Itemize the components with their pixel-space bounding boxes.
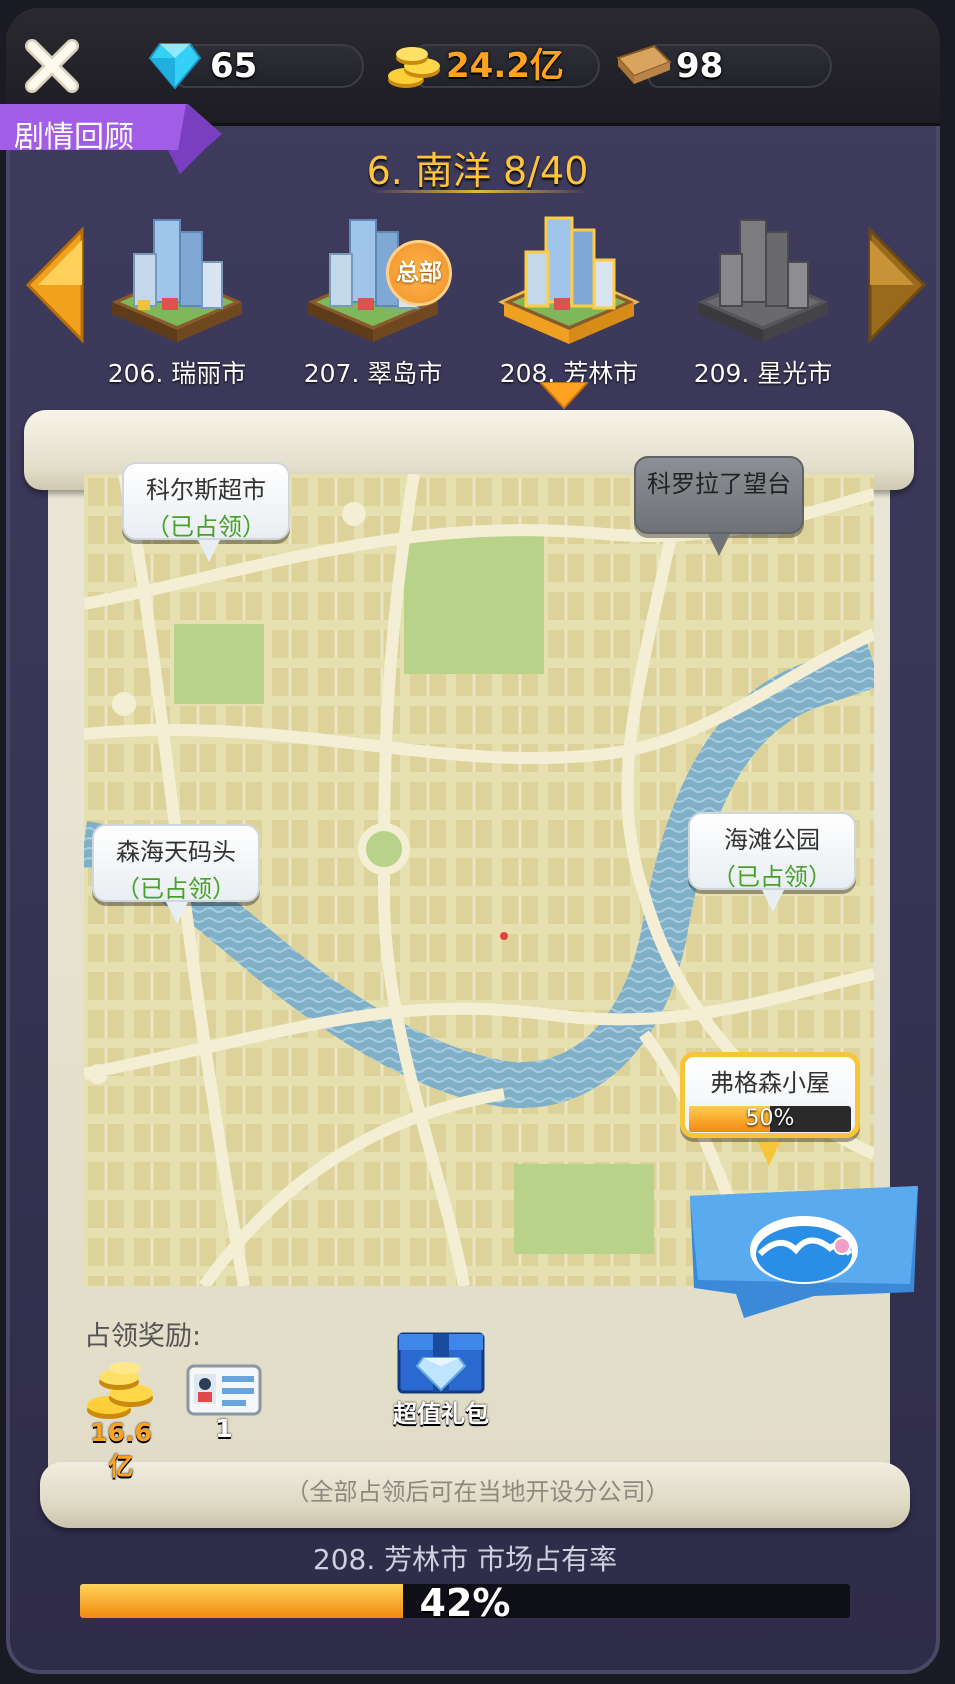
location-name: 科尔斯超市 — [146, 476, 266, 504]
city-label: 209. 星光市 — [693, 359, 833, 388]
market-share-text: 42% — [419, 1584, 511, 1618]
bubble-tail — [198, 540, 220, 562]
location-progress-bar: 50% — [689, 1106, 851, 1132]
gold-coins-icon — [386, 42, 442, 94]
location-beach-park[interactable]: 海滩公园 （已占领） — [688, 812, 856, 891]
arrow-left-icon — [25, 226, 84, 344]
location-kohls-market[interactable]: 科尔斯超市 （已占领） — [122, 462, 290, 541]
city-207[interactable]: 总部 207. 翠岛市 — [288, 202, 458, 392]
ticket-value: 98 — [676, 46, 724, 86]
market-share-label: 208. 芳林市 市场占有率 — [312, 1543, 618, 1576]
gold-coins-icon — [87, 1362, 153, 1419]
treasure-chest-icon — [397, 1332, 485, 1394]
reward-card[interactable]: 1 — [184, 1364, 264, 1443]
reward-gift-label: 超值礼包 — [393, 1400, 489, 1428]
market-share-bar: 42% — [80, 1584, 850, 1618]
selected-city-pointer-icon — [540, 382, 588, 410]
cloud-emblem-icon — [690, 1186, 918, 1318]
diamond-counter — [176, 44, 364, 88]
region-title: 6. 南洋 8/40 — [366, 149, 589, 193]
gold-value: 24.2亿 — [446, 46, 564, 86]
location-colorado-lookout[interactable]: 科罗拉了望台 — [634, 456, 804, 534]
bubble-tail — [762, 890, 784, 912]
location-status: （已占领） — [116, 875, 236, 903]
city-building-icon — [112, 219, 242, 342]
location-name: 海滩公园 — [724, 826, 820, 854]
next-city-button[interactable] — [866, 226, 928, 344]
arrow-right-icon — [868, 226, 927, 344]
city-208[interactable]: 208. 芳林市 — [484, 202, 654, 392]
close-button[interactable] — [22, 36, 82, 96]
id-card-icon — [186, 1364, 262, 1416]
reward-gold[interactable]: 16.6亿 — [78, 1360, 164, 1483]
headquarters-badge: 总部 — [386, 240, 452, 306]
location-name: 森海天码头 — [116, 838, 236, 866]
city-206[interactable]: 206. 瑞丽市 — [92, 202, 262, 392]
diamond-value: 65 — [210, 46, 258, 86]
city-209[interactable]: 209. 星光市 — [678, 202, 848, 392]
reward-card-value: 1 — [215, 1414, 233, 1443]
location-status: （已占领） — [712, 863, 832, 891]
location-progress-text: 50% — [745, 1106, 795, 1131]
bubble-tail — [758, 1142, 780, 1166]
location-name: 科罗拉了望台 — [647, 470, 791, 498]
diamond-icon — [148, 40, 202, 94]
close-icon — [25, 39, 79, 93]
reward-gift-pack[interactable]: 超值礼包 — [386, 1330, 496, 1429]
rewards-label: 占领奖励: — [84, 1321, 202, 1352]
map-ribbon-button[interactable] — [684, 1184, 924, 1328]
location-name: 弗格森小屋 — [710, 1069, 830, 1097]
prev-city-button[interactable] — [24, 226, 86, 344]
wood-plank-icon — [614, 44, 674, 92]
location-status: （已占领） — [146, 513, 266, 541]
branch-hint: （全部占领后可在当地开设分公司） — [285, 1478, 670, 1506]
bubble-tail — [166, 902, 188, 924]
location-ferguson-cabin[interactable]: 弗格森小屋 50% — [680, 1052, 860, 1138]
location-senhai-pier[interactable]: 森海天码头 （已占领） — [92, 824, 260, 903]
bubble-tail — [708, 534, 730, 556]
city-label: 206. 瑞丽市 — [107, 359, 247, 388]
city-building-locked-icon — [698, 219, 828, 342]
city-label: 207. 翠岛市 — [303, 359, 443, 388]
title-underline — [370, 190, 588, 193]
city-building-selected-icon — [498, 216, 640, 344]
